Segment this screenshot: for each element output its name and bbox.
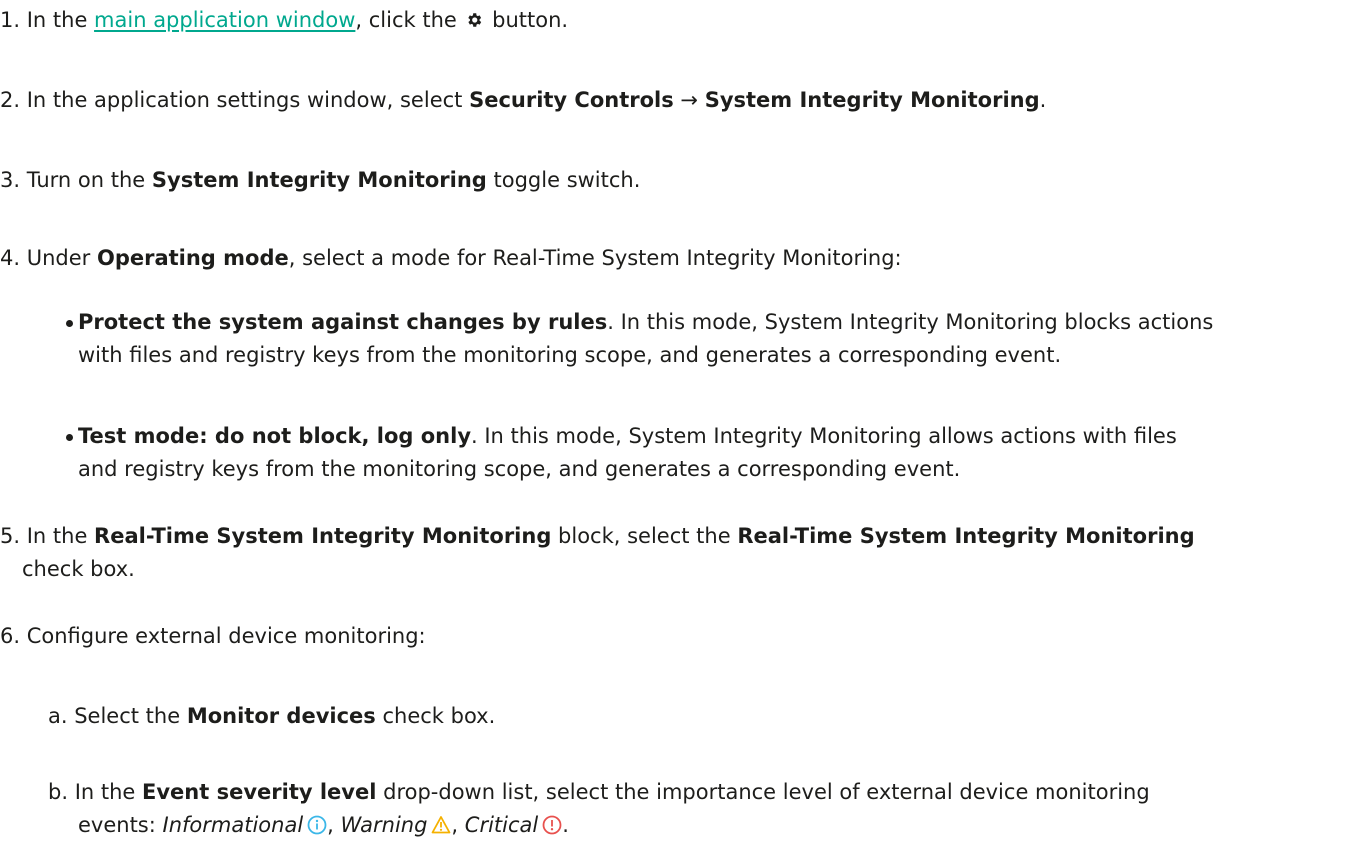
step-2-number: 2.	[0, 88, 21, 112]
step-3: 3. Turn on the System Integrity Monitori…	[0, 164, 1352, 197]
step-6-text: Configure external device monitoring:	[20, 624, 426, 648]
step-6-number: 6.	[0, 624, 21, 648]
list-item: Test mode: do not block, log only. In th…	[66, 420, 1348, 486]
realtime-checkbox-label: Real-Time System Integrity Monitoring	[737, 524, 1195, 548]
substep-b-end: .	[562, 813, 569, 837]
step-3-text-a: Turn on the	[20, 168, 152, 192]
step-3-number: 3.	[0, 168, 21, 192]
step-6: 6. Configure external device monitoring:	[0, 620, 1352, 653]
step-1-text-b: , click the	[355, 8, 464, 32]
step-1: 1. In the main application window, click…	[0, 4, 1352, 37]
info-icon	[307, 815, 327, 835]
step-1-text-c: button.	[485, 8, 569, 32]
substep-a-letter: a.	[48, 704, 68, 728]
protect-mode-label: Protect the system against changes by ru…	[78, 310, 608, 334]
separator-1: ,	[327, 813, 341, 837]
separator-2: ,	[451, 813, 465, 837]
substep-a: a. Select the Monitor devices check box.	[0, 700, 1352, 733]
substep-b-text-b: drop-down list, select the importance le…	[376, 780, 1150, 804]
step-4-text-b: , select a mode for Real-Time System Int…	[288, 246, 902, 270]
critical-icon	[542, 815, 562, 835]
monitor-devices-label: Monitor devices	[186, 704, 376, 728]
step-2-text-b: .	[1039, 88, 1047, 112]
bullet-1-line-2: with files and registry keys from the mo…	[78, 343, 1062, 367]
warning-label: Warning	[340, 813, 428, 837]
substep-a-text-b: check box.	[375, 704, 496, 728]
step-4: 4. Under Operating mode, select a mode f…	[0, 242, 1352, 275]
bullet-icon	[66, 320, 73, 327]
substep-b-line-2-start: events:	[78, 813, 163, 837]
substep-b-text-a: In the	[68, 780, 143, 804]
list-item: Protect the system against changes by ru…	[66, 306, 1348, 372]
informational-label: Informational	[162, 813, 304, 837]
main-application-window-link[interactable]: main application window	[94, 8, 355, 32]
system-integrity-monitoring-label: System Integrity Monitoring	[704, 88, 1040, 112]
step-5-line-2: check box.	[22, 557, 135, 581]
step-2: 2. In the application settings window, s…	[0, 84, 1352, 117]
step-4-text-a: Under	[20, 246, 97, 270]
substep-b: b. In the Event severity level drop-down…	[0, 776, 1352, 842]
realtime-block-label: Real-Time System Integrity Monitoring	[94, 524, 552, 548]
critical-label: Critical	[464, 813, 539, 837]
gear-icon	[468, 13, 482, 27]
substep-a-text-a: Select the	[67, 704, 187, 728]
operating-mode-label: Operating mode	[96, 246, 289, 270]
bullet-2-line-1: . In this mode, System Integrity Monitor…	[471, 424, 1177, 448]
step-5-number: 5.	[0, 524, 21, 548]
step-1-text-a: In the	[20, 8, 95, 32]
step-1-number: 1.	[0, 8, 21, 32]
bullet-2-line-2: and registry keys from the monitoring sc…	[78, 457, 961, 481]
bullet-1-line-1: . In this mode, System Integrity Monitor…	[607, 310, 1214, 334]
toggle-name-label: System Integrity Monitoring	[151, 168, 487, 192]
step-2-text-a: In the application settings window, sele…	[20, 88, 470, 112]
test-mode-label: Test mode: do not block, log only	[78, 424, 472, 448]
step-5: 5. In the Real-Time System Integrity Mon…	[0, 520, 1352, 586]
substep-b-letter: b.	[48, 780, 69, 804]
security-controls-label: Security Controls	[469, 88, 674, 112]
step-4-number: 4.	[0, 246, 21, 270]
arrow-separator: →	[673, 88, 705, 112]
step-3-text-b: toggle switch.	[486, 168, 641, 192]
bullet-icon	[66, 434, 73, 441]
step-5-text-b: block, select the	[551, 524, 738, 548]
event-severity-level-label: Event severity level	[142, 780, 377, 804]
warning-icon	[432, 816, 451, 834]
step-5-text-a: In the	[20, 524, 95, 548]
